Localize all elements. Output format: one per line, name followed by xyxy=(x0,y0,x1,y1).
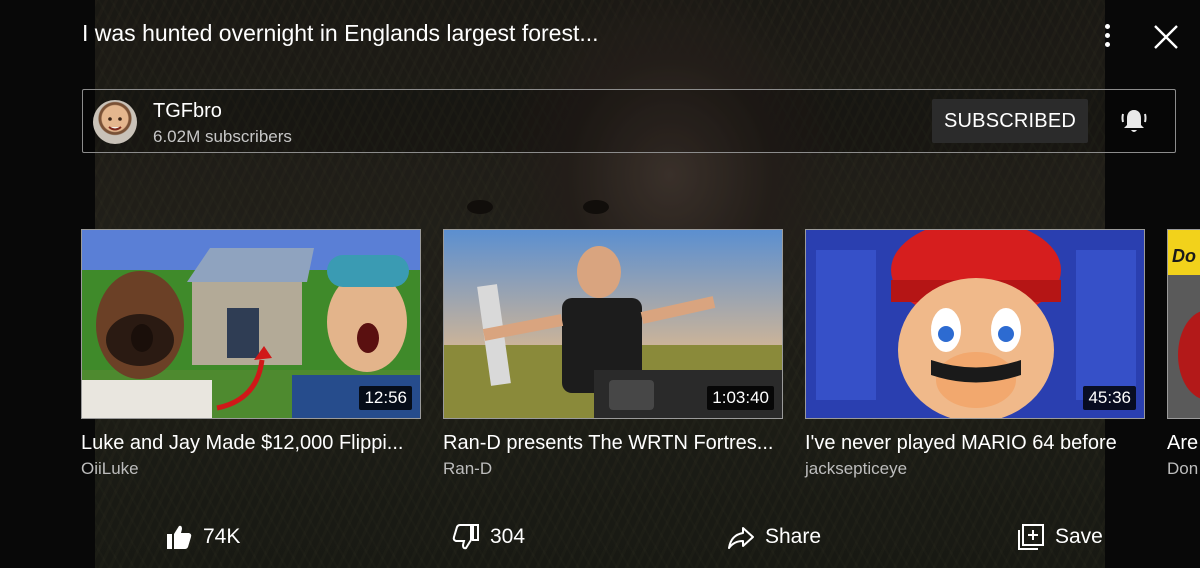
save-button[interactable]: Save xyxy=(1017,520,1103,554)
subscriber-count: 6.02M subscribers xyxy=(153,127,292,146)
share-button[interactable]: Share xyxy=(727,520,821,554)
avatar[interactable] xyxy=(93,100,137,144)
recommendation-channel: jacksepticeye xyxy=(805,459,908,478)
video-duration: 12:56 xyxy=(359,386,412,410)
playlist-add-icon xyxy=(1018,524,1044,550)
recommendation-title[interactable]: I've never played MARIO 64 before xyxy=(805,432,1117,455)
subscribed-button[interactable]: SUBSCRIBED xyxy=(932,99,1089,143)
video-thumbnail[interactable]: 1:03:40 xyxy=(443,229,783,419)
bell-icon xyxy=(1121,110,1147,132)
share-icon xyxy=(728,527,754,549)
like-button[interactable]: 74K xyxy=(165,520,240,554)
more-options-button[interactable] xyxy=(1095,22,1119,50)
recommendation-channel: Don xyxy=(1167,459,1199,478)
dislike-count: 304 xyxy=(490,525,526,548)
video-title: I was hunted overnight in Englands large… xyxy=(82,20,599,46)
video-duration: 1:03:40 xyxy=(707,386,774,410)
thumb-down-icon xyxy=(452,524,479,550)
recommendation-channel: Ran-D xyxy=(443,459,493,478)
video-thumbnail[interactable]: 45:36 xyxy=(805,229,1145,419)
channel-card[interactable]: TGFbro 6.02M subscribers SUBSCRIBED xyxy=(82,89,1176,153)
thumb-up-icon xyxy=(167,525,192,549)
thumbnail-image: Do xyxy=(1168,230,1200,418)
avatar-face xyxy=(108,117,122,131)
notification-bell-button[interactable] xyxy=(1119,106,1149,136)
close-button[interactable] xyxy=(1153,24,1179,50)
like-count: 74K xyxy=(203,525,241,548)
video-duration: 45:36 xyxy=(1083,386,1136,410)
svg-text:Do: Do xyxy=(1172,246,1196,266)
dislike-button[interactable]: 304 xyxy=(452,520,525,554)
video-thumbnail[interactable]: Do xyxy=(1167,229,1200,419)
share-label: Share xyxy=(765,525,822,548)
recommendation-channel: OiiLuke xyxy=(81,459,139,478)
close-icon xyxy=(1154,25,1178,49)
recommendation-title[interactable]: Are xyxy=(1167,432,1198,455)
video-thumbnail[interactable]: 12:56 xyxy=(81,229,421,419)
more-vert-icon xyxy=(1095,24,1119,47)
recommendation-title[interactable]: Luke and Jay Made $12,000 Flippi... xyxy=(81,432,403,455)
recommendation-title[interactable]: Ran-D presents The WRTN Fortres... xyxy=(443,432,773,455)
channel-name[interactable]: TGFbro xyxy=(153,100,222,123)
save-label: Save xyxy=(1055,525,1103,548)
